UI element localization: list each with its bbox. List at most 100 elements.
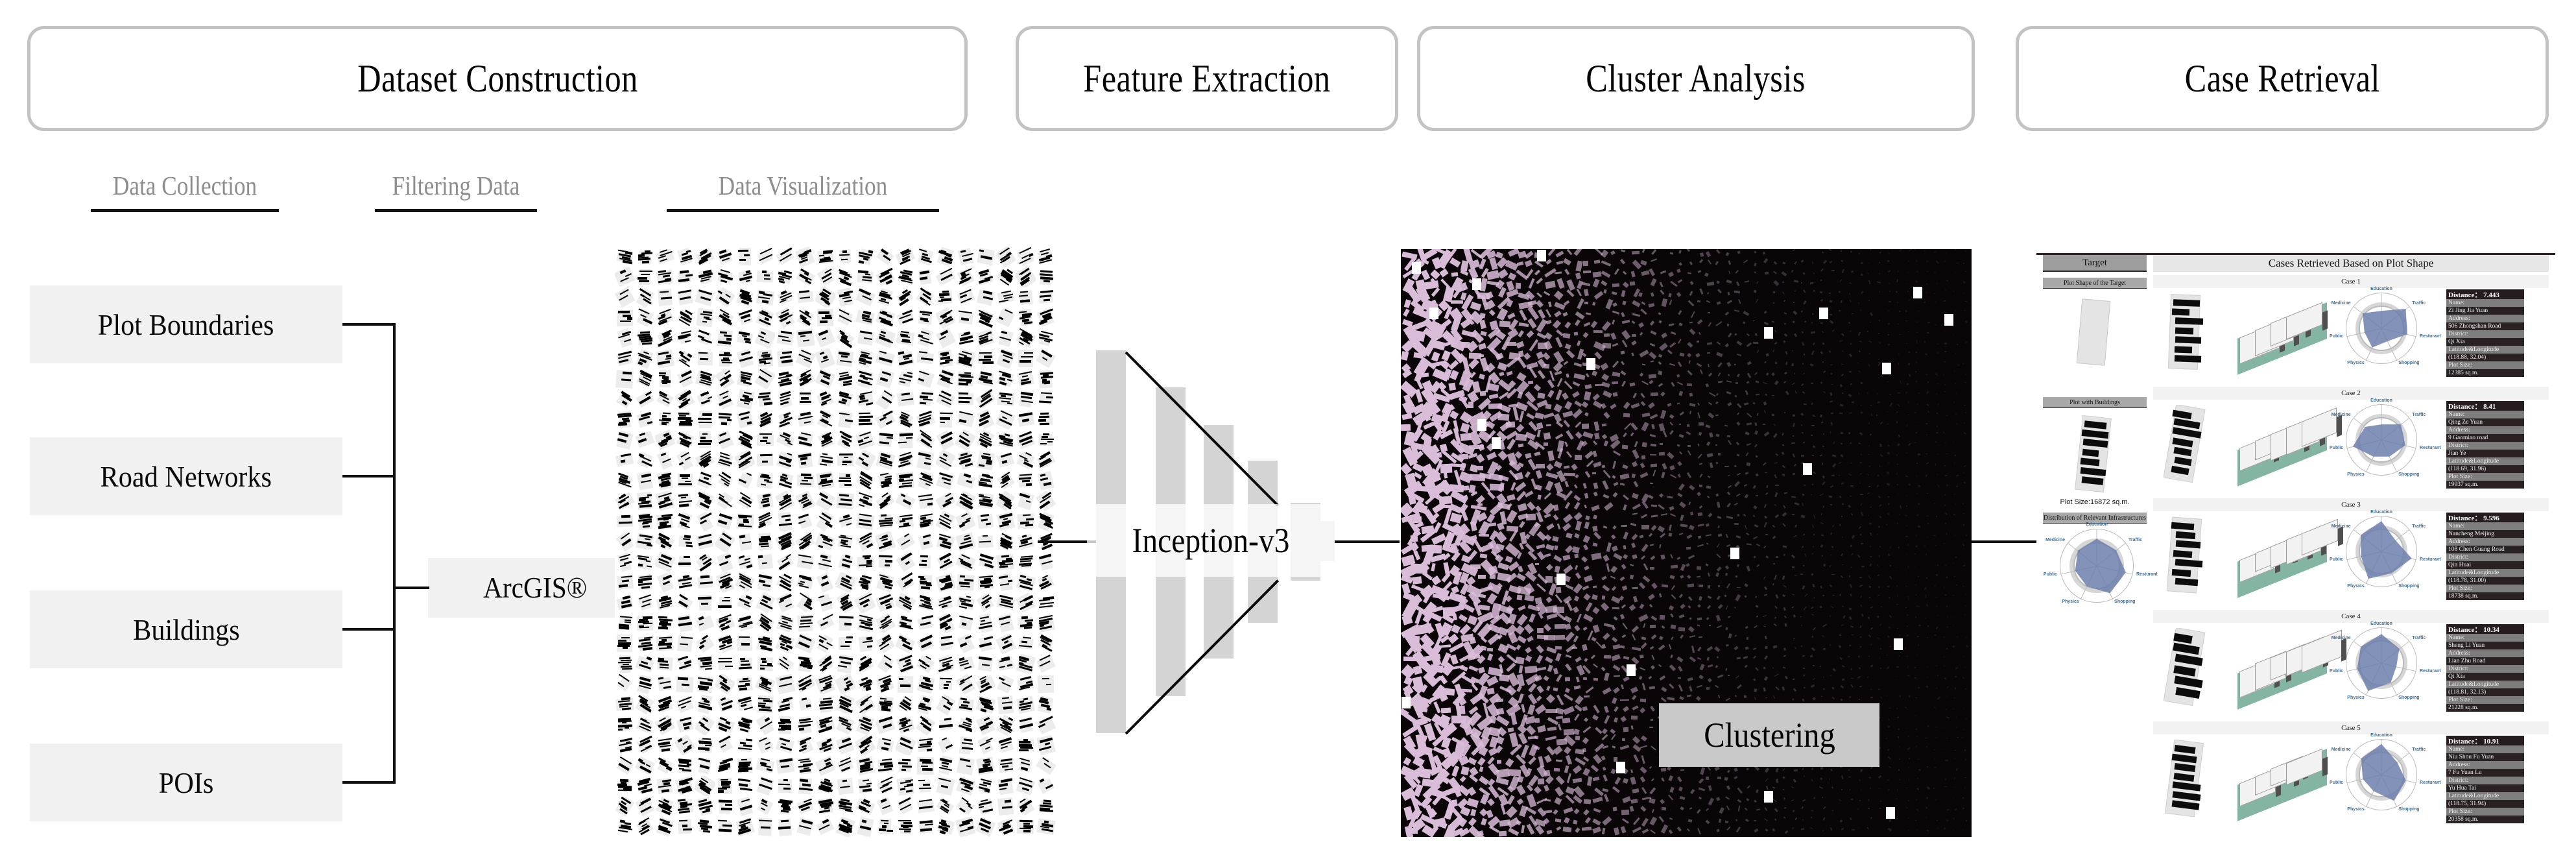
cluster-point xyxy=(1566,249,1572,255)
cluster-point xyxy=(1813,472,1816,474)
substep-filtering-data[interactable]: Filtering Data xyxy=(375,170,537,212)
cluster-point xyxy=(1935,463,1937,465)
thumbnail-cell xyxy=(896,531,916,551)
case-district-value: Qi Xia xyxy=(2446,338,2524,346)
cluster-point xyxy=(1632,493,1639,499)
cluster-point xyxy=(1839,524,1841,526)
cluster-point xyxy=(1584,391,1591,400)
case-info-table[interactable]: Distance： 9.596 Name: Nancheng Meijing Addr… xyxy=(2446,513,2524,600)
cluster-point xyxy=(1763,576,1765,579)
cluster-point xyxy=(1632,554,1637,559)
cluster-point xyxy=(1516,372,1526,382)
cluster-point xyxy=(1716,656,1719,659)
cluster-point xyxy=(1887,334,1889,335)
phase-box-cluster-analysis[interactable]: Cluster Analysis xyxy=(1417,26,1975,131)
cluster-point xyxy=(1612,535,1616,539)
cluster-point xyxy=(1879,788,1880,790)
inception-v3-model[interactable]: Inception-v3 xyxy=(1096,347,1355,736)
cluster-point xyxy=(1478,466,1483,471)
cluster-point xyxy=(1728,440,1732,445)
thumbnail-cell xyxy=(675,592,695,612)
cluster-point xyxy=(1641,636,1646,640)
cluster-point xyxy=(1460,398,1469,409)
cluster-point xyxy=(1813,584,1815,587)
phase-box-feature-extraction[interactable]: Feature Extraction xyxy=(1016,26,1398,131)
cluster-point xyxy=(1917,778,1918,779)
cluster-point xyxy=(1659,544,1661,548)
thumbnail-cell xyxy=(795,817,815,837)
cluster-point xyxy=(1876,414,1878,415)
cluster-point xyxy=(1924,301,1926,303)
cluster-point xyxy=(1514,472,1523,480)
cluster-point xyxy=(1850,485,1854,487)
cluster-point xyxy=(1727,323,1729,326)
cluster-point xyxy=(1850,625,1853,627)
cluster-point xyxy=(1897,302,1898,303)
source-chip-road-networks[interactable]: Road Networks xyxy=(30,437,342,515)
cluster-point xyxy=(1879,503,1881,506)
thumbnail-cell xyxy=(775,552,795,572)
thumbnail-cell xyxy=(795,450,815,470)
phase-box-case-retrieval[interactable]: Case Retrieval xyxy=(2016,26,2549,131)
cluster-point xyxy=(1593,625,1600,633)
tool-chip-arcgis[interactable]: ArcGIS® xyxy=(428,558,642,618)
case-info-table[interactable]: Distance： 10.34 Name: Sheng Li Yuan Address… xyxy=(2446,624,2524,712)
cluster-point xyxy=(1497,656,1504,662)
cluster-point xyxy=(1606,542,1611,552)
case-retrieval-panel[interactable]: Target Cases Retrieved Based on Plot Sha… xyxy=(2036,253,2555,843)
dataset-thumbnail-grid[interactable] xyxy=(615,247,1056,837)
case-info-table[interactable]: Distance： 7.443 Name: Zi Jing Jia Yuan Addr… xyxy=(2446,289,2524,377)
thumbnail-cell xyxy=(755,613,775,633)
case-info-table[interactable]: Distance： 10.91 Name: Niu Shou Fu Yuan Addr… xyxy=(2446,736,2524,823)
source-chip-pois[interactable]: POIs xyxy=(30,744,342,821)
phase-box-dataset-construction[interactable]: Dataset Construction xyxy=(27,26,968,131)
cluster-point xyxy=(1859,800,1861,801)
cluster-point xyxy=(1861,566,1865,568)
massing-building-shadow xyxy=(2338,527,2343,546)
thumbnail-cell xyxy=(855,552,876,572)
case-info-table[interactable]: Distance： 8.41 Name: Qing Ze Yuan Address: 9… xyxy=(2446,401,2524,489)
substep-data-collection[interactable]: Data Collection xyxy=(91,170,279,212)
cluster-point xyxy=(1763,424,1765,425)
cluster-point xyxy=(1497,362,1507,371)
thumbnail-cell xyxy=(975,755,996,775)
thumbnail-cell xyxy=(695,796,715,816)
thumbnail-cell xyxy=(755,796,775,816)
cluster-scatter-panel[interactable]: Clustering xyxy=(1401,249,1972,837)
thumbnail-cell xyxy=(835,308,855,328)
cluster-point xyxy=(1688,819,1692,822)
cluster-point xyxy=(1764,504,1767,508)
cluster-point xyxy=(1822,482,1825,486)
cluster-point xyxy=(1764,594,1768,596)
cluster-point xyxy=(1506,280,1514,291)
cluster-point xyxy=(1859,646,1861,648)
cluster-point xyxy=(1642,442,1647,447)
cluster-point xyxy=(1813,546,1814,547)
cluster-point xyxy=(1897,404,1900,407)
cluster-point xyxy=(1630,686,1638,694)
cluster-point xyxy=(1630,542,1636,548)
cluster-point xyxy=(1604,672,1609,681)
cluster-point xyxy=(1908,596,1909,599)
source-chip-plot-boundaries[interactable]: Plot Boundaries xyxy=(30,285,342,363)
thumbnail-cell xyxy=(715,247,735,267)
cluster-point xyxy=(1831,606,1833,608)
cluster-point xyxy=(1632,705,1639,710)
cluster-point xyxy=(1924,341,1926,343)
case-plotsize-value: 19937 sq.m. xyxy=(2446,481,2524,489)
cluster-point xyxy=(1631,321,1635,324)
cluster-point xyxy=(1870,644,1872,646)
cluster-point xyxy=(1887,779,1889,781)
cluster-point xyxy=(1840,454,1843,457)
case-latlon-label: Latitude&Longitude xyxy=(2446,457,2524,465)
cluster-point xyxy=(1526,794,1536,808)
substep-data-visualization[interactable]: Data Visualization xyxy=(667,170,939,212)
thumbnail-cell xyxy=(876,735,896,755)
clustering-badge[interactable]: Clustering xyxy=(1659,703,1879,767)
cluster-point xyxy=(1706,300,1710,303)
cluster-point xyxy=(1696,696,1700,701)
cluster-point xyxy=(1896,818,1899,819)
source-chip-buildings[interactable]: Buildings xyxy=(30,590,342,668)
cluster-point xyxy=(1801,806,1803,808)
thumbnail-cell xyxy=(735,287,755,308)
